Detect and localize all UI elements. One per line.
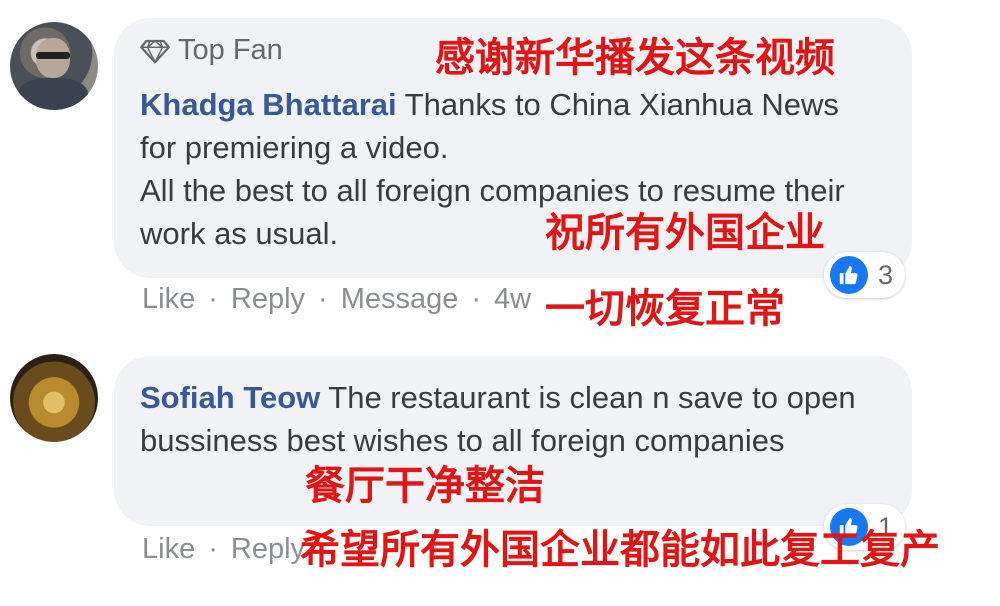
comment-body: Sofiah Teow The restaurant is clean n sav… bbox=[140, 376, 880, 462]
badge-label: Top Fan bbox=[178, 34, 283, 66]
comment-author[interactable]: Sofiah Teow bbox=[140, 380, 320, 415]
action-separator: · bbox=[208, 533, 218, 565]
overlay-caption: 祝所有外国企业 bbox=[545, 210, 825, 256]
comment-author[interactable]: Khadga Bhattarai bbox=[140, 87, 397, 122]
overlay-caption: 希望所有外国企业都能如此复工复产 bbox=[300, 527, 940, 573]
avatar-shoulder bbox=[18, 78, 88, 110]
reply-button[interactable]: Reply bbox=[231, 533, 305, 566]
avatar-glasses bbox=[36, 52, 70, 59]
reaction-summary[interactable]: 3 bbox=[824, 252, 906, 298]
overlay-caption: 一切恢复正常 bbox=[545, 286, 785, 332]
avatar[interactable] bbox=[10, 22, 98, 110]
like-button[interactable]: Like bbox=[142, 283, 195, 316]
action-separator: · bbox=[471, 283, 482, 315]
comment-actions: Like · Reply bbox=[142, 533, 305, 566]
message-button[interactable]: Message bbox=[341, 283, 459, 316]
action-separator: · bbox=[318, 283, 328, 315]
like-button[interactable]: Like bbox=[142, 533, 195, 566]
comment-actions: Like · Reply · Message · 4w bbox=[142, 283, 531, 316]
like-icon bbox=[830, 256, 868, 294]
reply-button[interactable]: Reply bbox=[231, 283, 305, 316]
comment-timestamp[interactable]: 4w bbox=[494, 283, 531, 316]
action-separator: · bbox=[208, 283, 218, 315]
overlay-caption: 餐厅干净整洁 bbox=[305, 463, 545, 509]
diamond-icon bbox=[140, 39, 170, 64]
avatar[interactable] bbox=[10, 354, 98, 442]
reaction-count: 3 bbox=[878, 259, 894, 290]
overlay-caption: 感谢新华播发这条视频 bbox=[435, 35, 835, 81]
top-fan-badge[interactable]: Top Fan bbox=[140, 34, 283, 67]
